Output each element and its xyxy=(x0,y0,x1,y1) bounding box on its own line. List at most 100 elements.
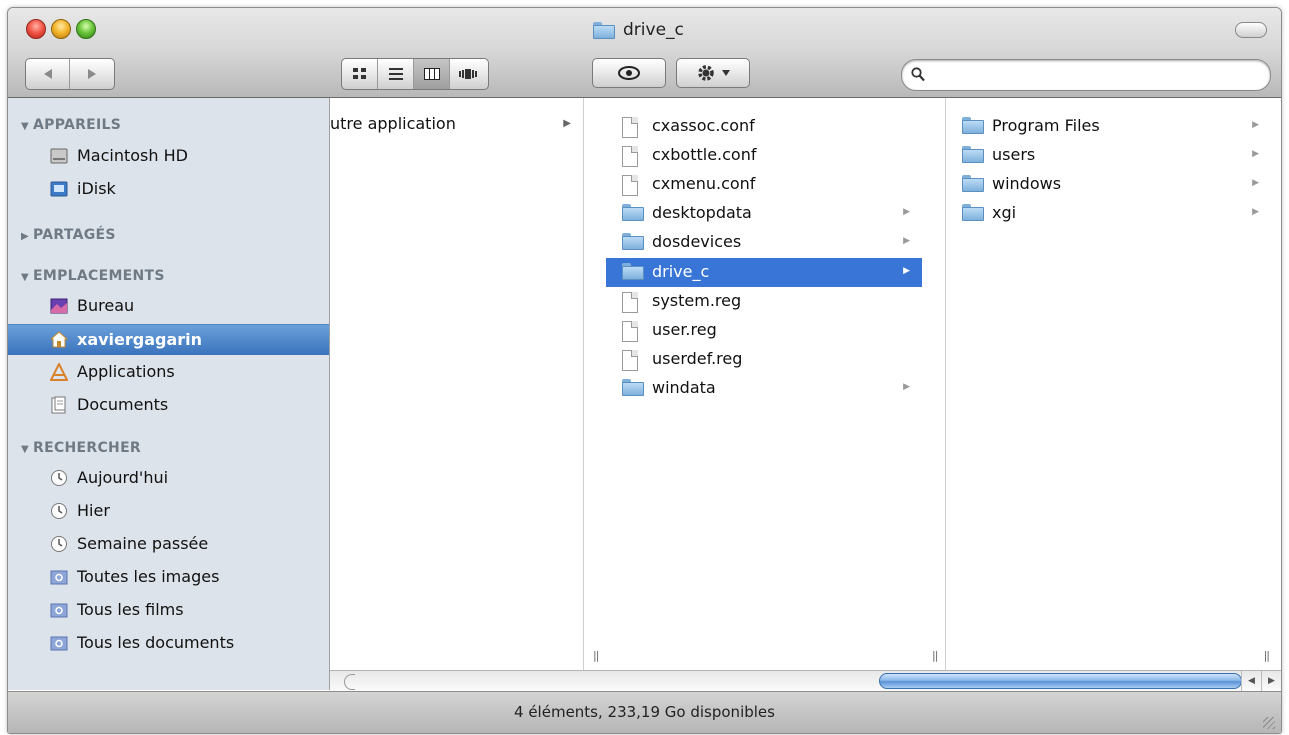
folder-row[interactable]: xgi ▶ xyxy=(946,199,1271,228)
folder-icon xyxy=(622,233,644,250)
icon-view-button[interactable] xyxy=(342,59,378,89)
sidebar-item-home[interactable]: xaviergagarin xyxy=(8,324,329,355)
chevron-down-icon xyxy=(722,70,730,76)
resize-grip-icon[interactable] xyxy=(1263,717,1275,729)
list-view-button[interactable] xyxy=(378,59,414,89)
toolbar-toggle-button[interactable] xyxy=(1235,22,1267,38)
action-menu-button[interactable] xyxy=(676,58,750,88)
scroll-thumb[interactable] xyxy=(879,673,1242,689)
sidebar-section-shared[interactable]: ▶ PARTAGÉS xyxy=(21,227,116,243)
toolbar: drive_c xyxy=(8,8,1281,98)
disclosure-arrow-icon: ▶ xyxy=(1252,120,1259,130)
folder-row[interactable]: windows ▶ xyxy=(946,170,1271,199)
eye-icon xyxy=(618,66,640,80)
column-view-button[interactable] xyxy=(414,59,450,89)
folder-row[interactable]: desktopdata ▶ xyxy=(606,199,922,228)
browser-column-3[interactable]: Program Files ▶ users ▶ windows ▶ xgi ▶ … xyxy=(946,98,1271,670)
file-row[interactable]: userdef.reg xyxy=(606,345,922,374)
document-icon xyxy=(622,146,638,167)
view-mode-control xyxy=(341,58,489,90)
folder-icon xyxy=(962,204,984,221)
disclosure-arrow-icon: ▶ xyxy=(903,207,910,217)
search-input[interactable] xyxy=(930,64,1254,86)
minimize-button[interactable] xyxy=(51,19,71,39)
window-title-text: drive_c xyxy=(623,20,684,40)
close-button[interactable] xyxy=(26,19,46,39)
folder-icon xyxy=(622,263,644,280)
zoom-button[interactable] xyxy=(76,19,96,39)
sidebar-item-all-documents[interactable]: Tous les documents xyxy=(8,628,329,658)
file-row[interactable]: cxmenu.conf xyxy=(606,170,922,199)
forward-button[interactable] xyxy=(70,59,114,89)
sidebar-section-places[interactable]: ▼ EMPLACEMENTS xyxy=(21,268,165,284)
disclosure-expanded-icon: ▼ xyxy=(21,444,29,455)
search-field[interactable] xyxy=(901,59,1271,91)
clock-icon xyxy=(51,503,67,519)
sidebar-item-macintosh-hd[interactable]: Macintosh HD xyxy=(8,141,329,171)
sidebar-item-documents[interactable]: Documents xyxy=(8,390,329,420)
sidebar-item-last-week[interactable]: Semaine passée xyxy=(8,529,329,559)
sidebar-item-idisk[interactable]: iDisk xyxy=(8,174,329,204)
folder-row[interactable]: windata ▶ xyxy=(606,374,922,403)
document-icon xyxy=(622,350,638,371)
folder-icon xyxy=(962,175,984,192)
smart-folder-icon xyxy=(50,636,68,651)
folder-row[interactable]: users ▶ xyxy=(946,141,1271,170)
sidebar-item-applications[interactable]: Applications xyxy=(8,357,329,387)
disclosure-arrow-icon: ▶ xyxy=(1252,149,1259,159)
documents-icon xyxy=(51,396,66,414)
smart-folder-icon xyxy=(50,603,68,618)
folder-icon xyxy=(962,117,984,134)
sidebar-item-all-movies[interactable]: Tous les films xyxy=(8,595,329,625)
document-icon xyxy=(622,292,638,313)
folder-row[interactable]: Program Files ▶ xyxy=(946,112,1271,141)
disclosure-arrow-icon: ▶ xyxy=(1252,207,1259,217)
quick-look-button[interactable] xyxy=(592,58,666,88)
sidebar-item-bureau[interactable]: Bureau xyxy=(8,291,329,321)
sidebar-item-all-images[interactable]: Toutes les images xyxy=(8,562,329,592)
sidebar: ▼ APPAREILS Macintosh HD iDisk ▶ PARTAGÉS … xyxy=(8,98,330,690)
disclosure-expanded-icon: ▼ xyxy=(21,272,29,283)
scroll-right-button[interactable]: ▶ xyxy=(1261,671,1281,691)
browser-column-1[interactable]: utre application ▶ xyxy=(330,98,584,670)
scroll-track-left-cap xyxy=(344,674,355,690)
status-bar: 4 éléments, 233,19 Go disponibles xyxy=(8,691,1281,733)
file-row[interactable]: cxassoc.conf xyxy=(606,112,922,141)
desktop-icon xyxy=(50,298,68,314)
scroll-left-button[interactable]: ◀ xyxy=(1241,671,1261,691)
folder-row[interactable]: dosdevices ▶ xyxy=(606,228,922,257)
gear-icon xyxy=(698,65,714,81)
back-icon xyxy=(43,69,52,79)
sidebar-item-yesterday[interactable]: Hier xyxy=(8,496,329,526)
status-text: 4 éléments, 233,19 Go disponibles xyxy=(514,703,775,721)
back-button[interactable] xyxy=(26,59,70,89)
idisk-icon xyxy=(50,181,68,197)
disclosure-arrow-icon: ▶ xyxy=(903,236,910,246)
list-view-icon xyxy=(388,68,403,80)
file-row[interactable]: cxbottle.conf xyxy=(606,141,922,170)
file-row[interactable]: user.reg xyxy=(606,316,922,345)
applications-icon xyxy=(50,363,68,381)
browser-column-2[interactable]: cxassoc.conf cxbottle.conf cxmenu.conf d… xyxy=(606,98,922,670)
home-icon xyxy=(50,331,68,348)
coverflow-view-icon xyxy=(459,69,477,79)
column-resize-handle[interactable]: || xyxy=(923,98,946,670)
coverflow-view-button[interactable] xyxy=(450,59,486,89)
sidebar-item-today[interactable]: Aujourd'hui xyxy=(8,463,329,493)
disclosure-arrow-icon: ▶ xyxy=(903,266,910,276)
disclosure-arrow-icon: ▶ xyxy=(1252,178,1259,188)
column-row[interactable]: utre application ▶ xyxy=(330,110,583,139)
sidebar-section-search[interactable]: ▼ RECHERCHER xyxy=(21,440,141,456)
column-resize-handle[interactable]: || xyxy=(584,98,607,670)
column-resize-handle[interactable]: || xyxy=(1264,649,1271,662)
folder-row-selected[interactable]: drive_c ▶ xyxy=(606,258,922,287)
clock-icon xyxy=(51,536,67,552)
horizontal-scrollbar[interactable]: ◀ ▶ xyxy=(330,670,1281,691)
back-forward-control xyxy=(25,58,115,90)
folder-icon xyxy=(622,379,644,396)
file-row[interactable]: system.reg xyxy=(606,287,922,316)
clock-icon xyxy=(51,470,67,486)
sidebar-section-devices[interactable]: ▼ APPAREILS xyxy=(21,117,121,133)
disclosure-collapsed-icon: ▶ xyxy=(21,231,29,242)
folder-icon xyxy=(962,146,984,163)
